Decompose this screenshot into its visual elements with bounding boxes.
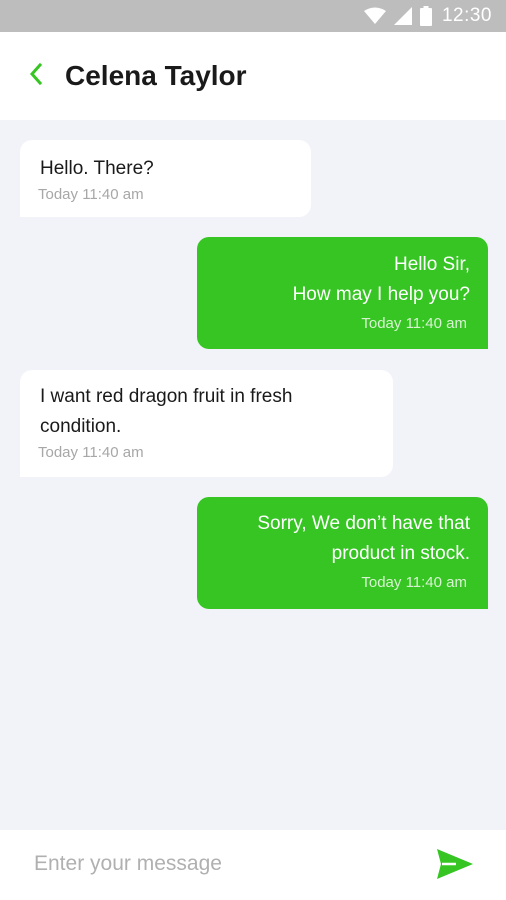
battery-icon	[419, 6, 432, 26]
message-input[interactable]	[34, 844, 414, 884]
message-time: Today 11:40 am	[38, 444, 144, 461]
message-time: Today 11:40 am	[361, 574, 467, 591]
message-bubble-incoming[interactable]: I want red dragon fruit in fresh conditi…	[20, 370, 393, 477]
message-text: Hello. There?	[40, 158, 154, 179]
message-text: Hello Sir, How may I help you?	[292, 254, 470, 305]
message-text: I want red dragon fruit in fresh conditi…	[40, 386, 293, 437]
status-icons	[363, 6, 432, 26]
status-bar: 12:30	[0, 0, 506, 32]
chevron-left-icon	[29, 63, 43, 85]
status-time: 12:30	[441, 5, 492, 26]
message-composer	[0, 830, 506, 900]
wifi-icon	[363, 7, 386, 24]
message-time: Today 11:40 am	[38, 186, 144, 203]
back-button[interactable]	[22, 60, 50, 88]
message-bubble-incoming[interactable]: Hello. There? Today 11:40 am	[20, 140, 311, 217]
message-bubble-outgoing[interactable]: Sorry, We don’t have that product in sto…	[197, 497, 488, 609]
signal-icon	[393, 7, 412, 25]
message-text: Sorry, We don’t have that product in sto…	[257, 513, 470, 564]
chat-header: Celena Taylor	[0, 32, 506, 120]
send-icon	[437, 849, 473, 879]
send-button[interactable]	[436, 848, 476, 882]
contact-name: Celena Taylor	[65, 60, 247, 91]
message-time: Today 11:40 am	[361, 315, 467, 332]
message-list[interactable]: Hello. There? Today 11:40 am Hello Sir, …	[0, 120, 506, 830]
message-bubble-outgoing[interactable]: Hello Sir, How may I help you? Today 11:…	[197, 237, 488, 349]
